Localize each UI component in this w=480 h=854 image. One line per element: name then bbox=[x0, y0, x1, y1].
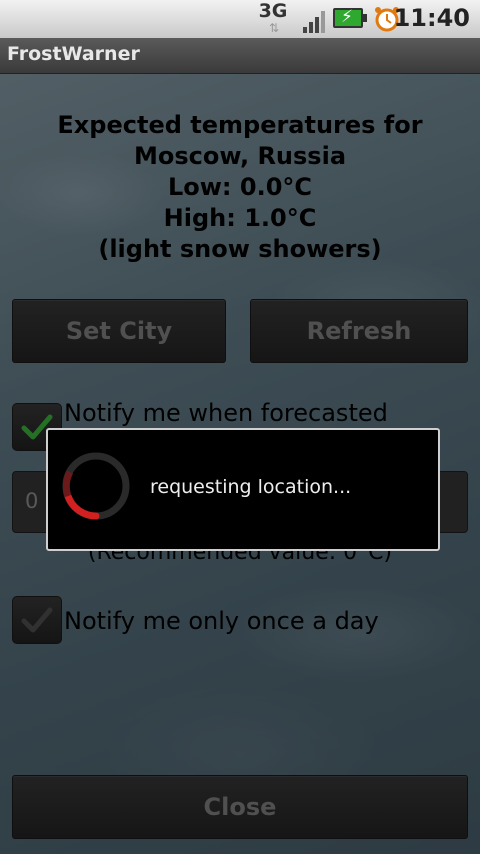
clock: 11:40 bbox=[393, 4, 470, 32]
app-title: FrostWarner bbox=[7, 43, 140, 65]
signal-icon bbox=[303, 9, 325, 33]
loading-spinner-icon bbox=[62, 452, 130, 520]
dialog-message: requesting location... bbox=[150, 476, 352, 498]
battery-charging-icon: ⚡ bbox=[333, 7, 367, 28]
network-type: 3G bbox=[258, 0, 288, 22]
status-bar: 3G ⇅ ⚡ 11:40 bbox=[0, 0, 480, 38]
progress-dialog: requesting location... bbox=[46, 428, 440, 551]
data-activity-icon: ⇅ bbox=[268, 21, 279, 35]
app-title-bar: FrostWarner bbox=[0, 38, 480, 74]
